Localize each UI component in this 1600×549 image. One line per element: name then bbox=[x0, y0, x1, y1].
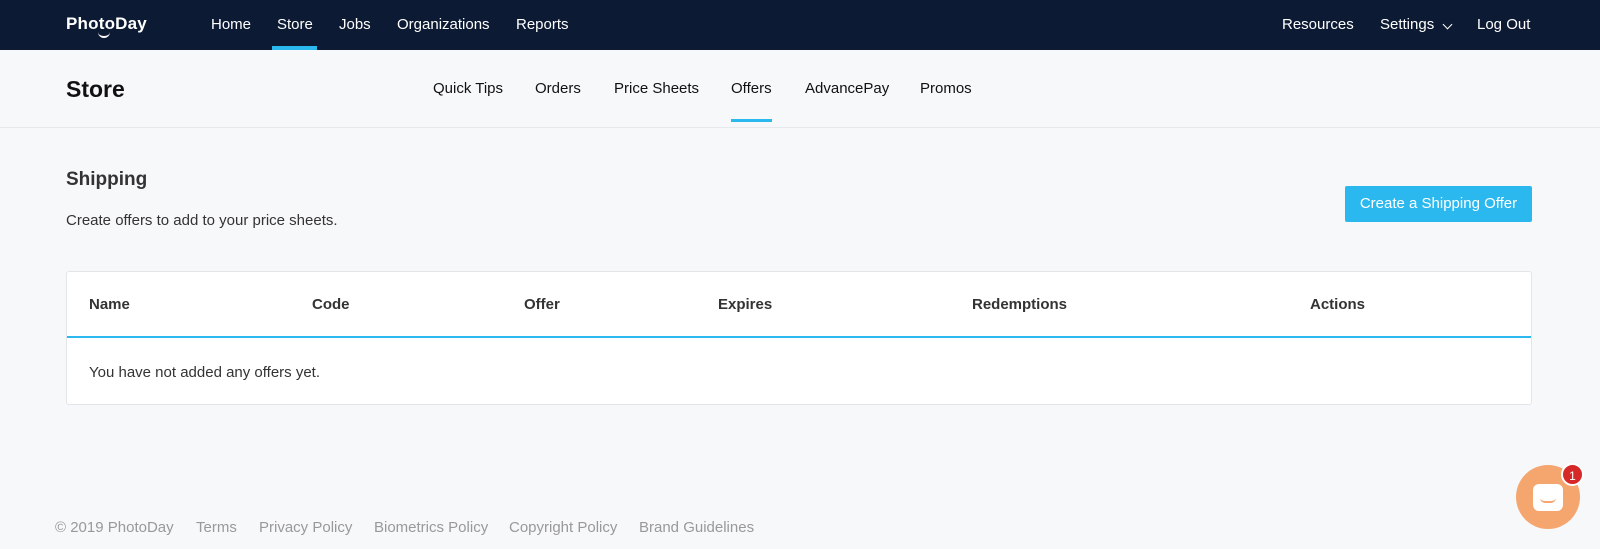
nav-resources[interactable]: Resources bbox=[1282, 16, 1354, 33]
tab-active-indicator bbox=[731, 119, 772, 122]
nav-jobs[interactable]: Jobs bbox=[339, 16, 371, 33]
tab-orders[interactable]: Orders bbox=[535, 80, 581, 97]
empty-state-message: You have not added any offers yet. bbox=[89, 364, 321, 381]
column-header-code[interactable]: Code bbox=[312, 296, 350, 313]
column-header-name[interactable]: Name bbox=[89, 296, 130, 313]
logo-smile-mark bbox=[98, 32, 110, 38]
nav-organizations[interactable]: Organizations bbox=[397, 16, 490, 33]
chevron-down-icon[interactable] bbox=[1442, 19, 1453, 30]
store-subheader: Store Quick Tips Orders Price Sheets Off… bbox=[0, 50, 1600, 128]
top-navbar: PhotoDay Home Store Jobs Organizations R… bbox=[0, 0, 1600, 50]
section-title: Shipping bbox=[66, 169, 148, 190]
footer-link-privacy-policy[interactable]: Privacy Policy bbox=[259, 519, 352, 536]
footer-link-biometrics-policy[interactable]: Biometrics Policy bbox=[374, 519, 488, 536]
column-header-actions: Actions bbox=[1310, 296, 1366, 313]
section-description: Create offers to add to your price sheet… bbox=[66, 212, 338, 229]
nav-reports[interactable]: Reports bbox=[516, 16, 569, 33]
column-header-redemptions[interactable]: Redemptions bbox=[972, 296, 1067, 313]
column-header-expires[interactable]: Expires bbox=[718, 296, 772, 313]
nav-home[interactable]: Home bbox=[211, 16, 251, 33]
tab-offers[interactable]: Offers bbox=[731, 80, 772, 97]
chat-notification-badge: 1 bbox=[1561, 463, 1584, 486]
tab-price-sheets[interactable]: Price Sheets bbox=[614, 80, 699, 97]
create-shipping-offer-button[interactable]: Create a Shipping Offer bbox=[1345, 186, 1532, 222]
footer-copyright: © 2019 PhotoDay bbox=[55, 519, 174, 536]
table-header: Name Code Offer Expires Redemptions Acti… bbox=[67, 272, 1531, 338]
nav-log-out[interactable]: Log Out bbox=[1477, 16, 1530, 33]
tab-advancepay[interactable]: AdvancePay bbox=[805, 80, 889, 97]
tab-quick-tips[interactable]: Quick Tips bbox=[433, 80, 503, 97]
footer-link-copyright-policy[interactable]: Copyright Policy bbox=[509, 519, 617, 536]
page-title: Store bbox=[66, 76, 125, 102]
column-header-offer[interactable]: Offer bbox=[524, 296, 560, 313]
footer-link-brand-guidelines[interactable]: Brand Guidelines bbox=[639, 519, 754, 536]
nav-settings[interactable]: Settings bbox=[1380, 16, 1434, 33]
chat-bubble-icon bbox=[1533, 484, 1563, 511]
chat-smile-mark bbox=[1540, 498, 1556, 503]
footer-link-terms[interactable]: Terms bbox=[196, 519, 237, 536]
tab-promos[interactable]: Promos bbox=[920, 80, 972, 97]
nav-store[interactable]: Store bbox=[277, 16, 313, 33]
photoday-logo[interactable]: PhotoDay bbox=[66, 14, 147, 34]
offers-table: Name Code Offer Expires Redemptions Acti… bbox=[66, 271, 1532, 405]
